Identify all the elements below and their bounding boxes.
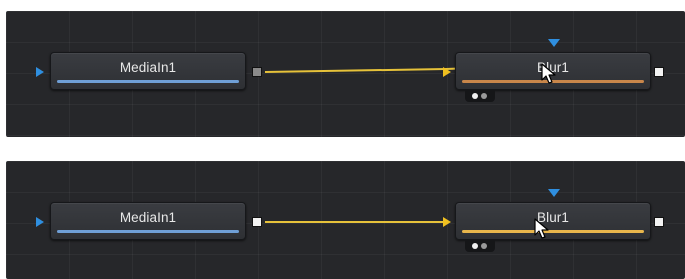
node-label: MediaIn1 [119, 60, 177, 75]
media-output-port[interactable] [252, 217, 262, 227]
viewer-left-dot-icon[interactable] [472, 93, 478, 99]
blur-output-port[interactable] [654, 217, 664, 227]
node-editor-panel-top[interactable]: MediaIn1 Blur1 [6, 11, 685, 137]
node-status-bar [462, 230, 644, 233]
viewer-right-dot-icon[interactable] [481, 93, 487, 99]
viewer-right-dot-icon[interactable] [481, 243, 487, 249]
media-in-node[interactable]: MediaIn1 [50, 52, 246, 90]
viewer-toggle-tab[interactable] [465, 90, 495, 102]
blur-output-port[interactable] [654, 67, 664, 77]
blur-node[interactable]: Blur1 [455, 202, 651, 240]
node-label: Blur1 [536, 210, 569, 225]
mouse-pointer-icon [534, 218, 549, 239]
media-in-node[interactable]: MediaIn1 [50, 202, 246, 240]
node-status-bar [57, 80, 239, 83]
viewer-toggle-tab[interactable] [465, 240, 495, 252]
media-input-arrow-icon[interactable] [36, 217, 44, 227]
node-editor-panel-bottom[interactable]: MediaIn1 Blur1 [6, 161, 685, 279]
mask-input-triangle-icon[interactable] [548, 39, 560, 47]
node-status-bar [57, 230, 239, 233]
node-label: MediaIn1 [119, 210, 177, 225]
media-output-port[interactable] [252, 67, 262, 77]
blur-input-arrow-icon[interactable] [443, 67, 451, 77]
mouse-pointer-icon [541, 63, 556, 84]
viewer-left-dot-icon[interactable] [472, 243, 478, 249]
blur-input-arrow-icon[interactable] [443, 217, 451, 227]
mask-input-triangle-icon[interactable] [548, 189, 560, 197]
media-input-arrow-icon[interactable] [36, 67, 44, 77]
